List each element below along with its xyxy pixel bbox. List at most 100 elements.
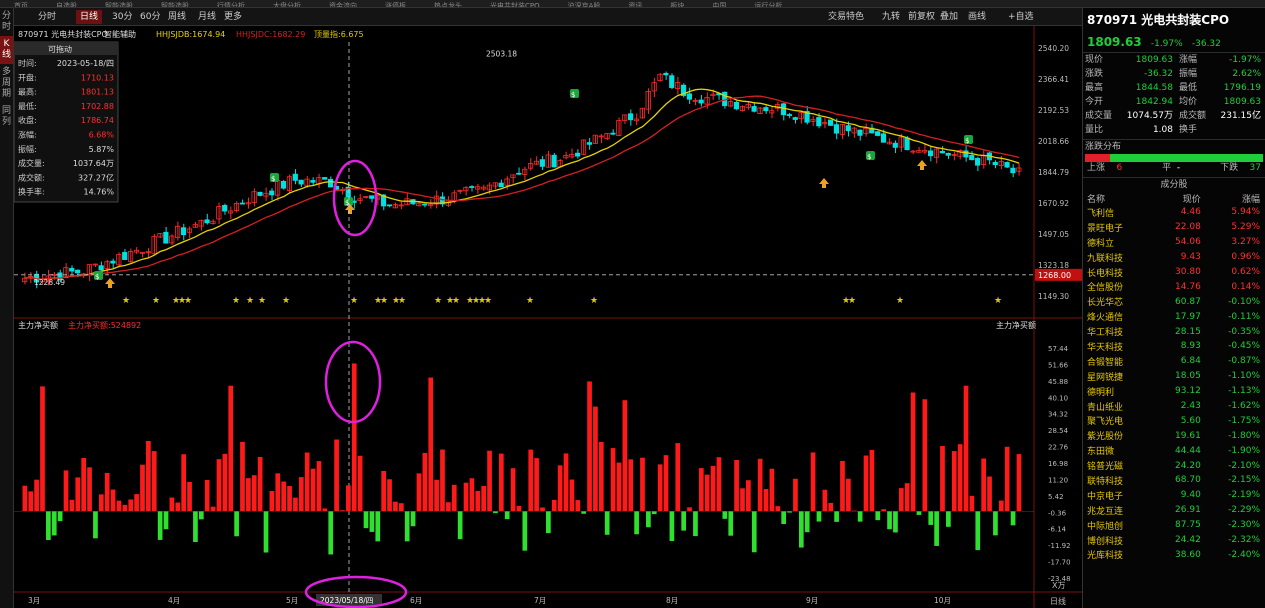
toolbar-option[interactable]: 交易特色 <box>824 10 868 24</box>
quote-price: 1809.63 <box>1087 35 1142 49</box>
flow-bar <box>422 452 428 512</box>
tooltip-value: 6.68% <box>89 131 115 140</box>
col-price[interactable]: 现价 <box>1156 191 1205 205</box>
flow-bar <box>540 507 545 512</box>
flow-tick: 34.32 <box>1048 411 1068 419</box>
flow-bar <box>334 439 339 512</box>
flow-bar <box>510 468 516 512</box>
tooltip-key: 成交额: <box>18 172 45 182</box>
constituent-row[interactable]: 长光华芯 60.87 -0.10% <box>1083 294 1264 309</box>
constituent-row[interactable]: 光库科技 38.60 -2.40% <box>1083 547 1264 562</box>
period-button[interactable]: 日线 <box>76 10 103 24</box>
flow-bar <box>869 449 875 512</box>
lower-title: 主力净买额 <box>18 320 58 330</box>
constituent-row[interactable]: 星网锐捷 18.05 -1.10% <box>1083 369 1264 384</box>
price-tick: 2018.66 <box>1038 137 1069 146</box>
tooltip-key: 最高: <box>18 87 37 97</box>
constituent-row[interactable]: 中京电子 9.40 -2.19% <box>1083 488 1264 503</box>
toolbar-option[interactable]: 画线 <box>964 10 990 24</box>
flow-bar <box>328 511 334 555</box>
candle-body <box>539 159 545 167</box>
flow-bar <box>351 363 357 512</box>
period-button[interactable]: 分时 <box>34 10 60 24</box>
rail-tab-kline[interactable]: K线 <box>0 36 13 64</box>
col-change[interactable]: 涨幅 <box>1205 191 1264 205</box>
period-button[interactable]: 周线 <box>164 10 190 24</box>
flow-bar <box>669 511 675 542</box>
period-button[interactable]: 60分 <box>136 10 164 24</box>
constituent-row[interactable]: 东田微 44.44 -1.90% <box>1083 443 1264 458</box>
flow-bar <box>404 511 410 542</box>
flow-bar <box>140 464 145 512</box>
flow-bar <box>451 484 457 512</box>
constituent-row[interactable]: 博创科技 24.42 -2.32% <box>1083 533 1264 548</box>
constituent-row[interactable]: 德科立 54.06 3.27% <box>1083 235 1264 250</box>
rail-tab-minute[interactable]: 分时 <box>0 8 13 36</box>
period-button[interactable]: 30分 <box>108 10 136 24</box>
constituent-row[interactable]: 聚飞光电 5.60 -1.75% <box>1083 413 1264 428</box>
flow-bar <box>957 444 963 512</box>
constituent-row[interactable]: 铭普光磁 24.20 -2.10% <box>1083 458 1264 473</box>
flow-bar <box>346 485 351 512</box>
period-button[interactable]: 更多 <box>220 10 246 24</box>
tooltip-value: 14.76% <box>83 188 114 197</box>
flow-unit: X万 <box>1052 581 1065 590</box>
toolbar-option[interactable]: +自选 <box>1004 10 1038 24</box>
candle-body <box>857 129 863 136</box>
flow-bar <box>710 465 716 512</box>
flow-bar <box>581 511 587 514</box>
candle-body <box>298 179 304 185</box>
flow-bar <box>316 461 322 512</box>
constituent-row[interactable]: 华天科技 8.93 -0.45% <box>1083 339 1264 354</box>
flow-tick: 51.66 <box>1048 361 1069 369</box>
quote-row: 最高 1844.58 最低 1796.19 <box>1085 83 1261 93</box>
flow-bar <box>628 459 634 512</box>
toolbar-option[interactable]: 叠加 <box>936 10 962 24</box>
constituent-row[interactable]: 紫光股份 19.61 -1.80% <box>1083 428 1264 443</box>
price-tick: 2366.41 <box>1038 75 1069 84</box>
flow-bar <box>440 449 445 512</box>
flow-tick: -6.14 <box>1048 526 1067 534</box>
price-tick: 2192.53 <box>1038 106 1069 115</box>
constituent-row[interactable]: 兆龙互连 26.91 -2.29% <box>1083 503 1264 518</box>
hhjsjdb-label: HHJSJDB:1674.94 <box>156 30 225 39</box>
flow-bar <box>969 495 975 512</box>
constituent-row[interactable]: 飞利信 4.46 5.94% <box>1083 205 1264 220</box>
flow-bar <box>134 494 139 512</box>
flow-bar <box>398 503 404 512</box>
constituent-row[interactable]: 德明利 93.12 -1.13% <box>1083 384 1264 399</box>
constituent-row[interactable]: 九联科技 9.43 0.96% <box>1083 250 1264 265</box>
flow-bar <box>875 511 881 521</box>
constituent-row[interactable]: 中际旭创 87.75 -2.30% <box>1083 518 1264 533</box>
flow-bar <box>304 452 310 512</box>
signal-star: ★ <box>452 296 460 306</box>
toolbar-option[interactable]: 九转 <box>878 10 904 24</box>
rail-tab-same[interactable]: 同列 <box>0 103 13 131</box>
constituents-table: 名称 现价 涨幅 飞利信 4.46 5.94% 景旺电子 22.08 5.29% 德科立 54… <box>1083 191 1264 562</box>
constituent-row[interactable]: 全信股份 14.76 0.14% <box>1083 279 1264 294</box>
quote-row: 现价 1809.63 涨幅 -1.97% <box>1085 55 1261 65</box>
toolbar-option[interactable]: 前复权 <box>904 10 939 24</box>
flow-bar <box>69 499 75 512</box>
candle-body <box>722 91 728 107</box>
constituent-row[interactable]: 华工科技 28.15 -0.35% <box>1083 324 1264 339</box>
rail-tab-multi[interactable]: 多周期 <box>0 64 13 103</box>
flow-bar <box>734 459 739 512</box>
constituent-row[interactable]: 合锻智能 6.84 -0.87% <box>1083 354 1264 369</box>
flow-bar <box>675 443 681 512</box>
flow-bar <box>746 480 751 512</box>
flow-bar <box>863 455 869 512</box>
kline-chart[interactable]: 870971 光电共封装CPO智能辅助 HHJSJDB:1674.94 HHJSJD… <box>14 26 1082 608</box>
flow-bar <box>310 468 316 512</box>
constituent-row[interactable]: 长电科技 30.80 0.62% <box>1083 265 1264 280</box>
constituent-row[interactable]: 景旺电子 22.08 5.29% <box>1083 220 1264 235</box>
candle-body <box>369 195 375 199</box>
col-name[interactable]: 名称 <box>1083 191 1156 205</box>
period-button[interactable]: 月线 <box>194 10 220 24</box>
candle-body <box>663 72 669 76</box>
constituent-row[interactable]: 烽火通信 17.97 -0.11% <box>1083 309 1264 324</box>
tooltip-key: 开盘: <box>18 72 37 82</box>
constituent-row[interactable]: 青山纸业 2.43 -1.62% <box>1083 399 1264 414</box>
flow-bar <box>104 472 110 512</box>
constituent-row[interactable]: 联特科技 68.70 -2.15% <box>1083 473 1264 488</box>
